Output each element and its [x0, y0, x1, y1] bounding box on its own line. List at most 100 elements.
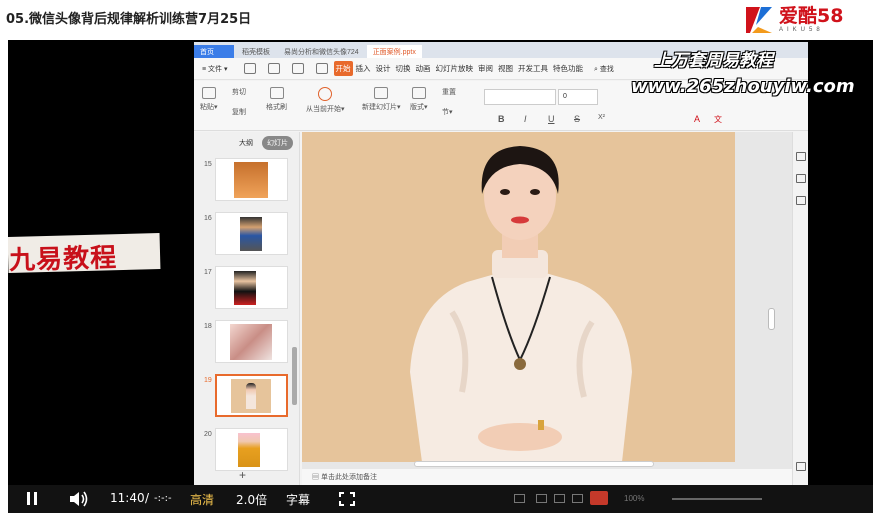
new-slide-icon — [374, 87, 389, 99]
fullscreen-icon — [339, 492, 355, 506]
tab-outline[interactable]: 大纲 — [234, 136, 258, 150]
slide-thumb-row[interactable]: 16 — [194, 212, 294, 260]
underline-button[interactable]: U — [548, 114, 555, 124]
site-logo[interactable]: 爱酷58 AIKU58 — [742, 2, 866, 38]
format-painter-label: 格式刷 — [266, 104, 287, 111]
play-from-current-button[interactable]: 从当前开始▾ — [306, 87, 345, 114]
play-from-current-label: 从当前开始▾ — [306, 106, 345, 113]
thumbnail-image — [238, 433, 260, 467]
canvas-horizontal-scrollbar[interactable] — [414, 461, 654, 467]
menu-slideshow[interactable]: 幻灯片放映 — [434, 61, 476, 76]
italic-button[interactable]: I — [524, 114, 527, 124]
slide-thumbnail[interactable] — [215, 320, 288, 363]
pause-button[interactable] — [22, 485, 42, 513]
shapes-icon[interactable] — [796, 174, 806, 183]
video-player[interactable]: 首页 稻壳模板 易尚分析和微信头像724 正面案例.pptx ≡ 文件 ▾ 开始… — [8, 40, 873, 513]
tab-positive-cases[interactable]: 正面案例.pptx — [366, 45, 422, 58]
slide-number: 19 — [204, 377, 212, 384]
slide-thumbnail-selected[interactable] — [215, 374, 288, 417]
slide-thumb-row[interactable]: 19 — [194, 374, 294, 422]
slide-number: 17 — [204, 269, 212, 276]
slide-thumbnail[interactable] — [215, 428, 288, 471]
slide-number: 16 — [204, 215, 212, 222]
save-icon[interactable] — [243, 63, 256, 74]
preview-icon[interactable] — [315, 63, 328, 74]
thumbnail-image — [230, 324, 272, 360]
tab-docer-templates[interactable]: 稻壳模板 — [236, 45, 276, 58]
format-painter-button[interactable]: 格式刷 — [266, 87, 287, 112]
font-family-select[interactable] — [484, 89, 556, 105]
add-slide-button[interactable]: + — [239, 468, 246, 482]
logo-mark-icon — [742, 3, 776, 37]
copy-icon[interactable] — [796, 196, 806, 205]
logo-subtext: AIKU58 — [779, 27, 824, 33]
status-view-icon — [572, 494, 583, 503]
paste-button[interactable]: 粘贴▾ — [200, 87, 218, 112]
notes-placeholder: 单击此处添加备注 — [320, 474, 377, 481]
time-total: -:-:- — [154, 493, 172, 504]
section-button[interactable]: 节▾ — [442, 107, 453, 117]
strikethrough-button[interactable]: S — [574, 114, 580, 124]
menu-home[interactable]: 开始 — [333, 61, 353, 76]
slide-thumb-row[interactable]: 18 — [194, 320, 294, 368]
font-color-button[interactable]: A — [694, 114, 700, 124]
menu-review[interactable]: 审阅 — [476, 61, 495, 76]
bold-button[interactable]: B — [498, 114, 505, 124]
menu-view[interactable]: 视图 — [496, 61, 515, 76]
layout-button[interactable]: 版式▾ — [410, 87, 428, 112]
slide-thumb-row[interactable]: 17 — [194, 266, 294, 314]
status-play-icon — [590, 491, 608, 505]
notes-icon: ▤ — [312, 474, 321, 481]
tab-slides[interactable]: 幻灯片 — [262, 136, 293, 150]
menu-insert[interactable]: 插入 — [354, 61, 373, 76]
right-toolbar — [792, 132, 808, 485]
quality-button[interactable]: 高清 — [190, 491, 214, 508]
subtitle-button[interactable]: 字幕 — [286, 491, 310, 508]
superscript-button[interactable]: X² — [598, 114, 605, 121]
copy-button[interactable]: 复制 — [232, 107, 246, 117]
slide-number: 20 — [204, 431, 212, 438]
watermark-top: 上万套周易教程 — [654, 51, 773, 71]
cut-button[interactable]: 剪切 — [232, 87, 246, 97]
settings-sliders-icon[interactable] — [796, 152, 806, 161]
pause-icon — [27, 492, 30, 505]
player-control-bar: 11:40 / -:-:- 高清 2.0倍 字幕 100% — [8, 485, 873, 513]
volume-button[interactable] — [68, 490, 90, 513]
menu-developer[interactable]: 开发工具 — [516, 61, 550, 76]
grid-icon[interactable] — [796, 462, 806, 471]
watermark-left-banner: 九易教程 — [8, 233, 161, 276]
text-effect-button[interactable]: 文 — [714, 114, 722, 125]
canvas-vertical-scrollbar[interactable] — [768, 308, 775, 330]
time-separator: / — [145, 491, 150, 505]
menu-features[interactable]: 特色功能 — [551, 61, 585, 76]
slide-thumbnail-pane: 大纲 幻灯片 15 16 17 18 19 20 + — [194, 132, 300, 485]
speed-button[interactable]: 2.0倍 — [236, 491, 267, 508]
notes-bar[interactable]: ▤ 单击此处添加备注 — [302, 469, 792, 485]
slide-thumbnail[interactable] — [215, 212, 288, 255]
menu-transition[interactable]: 切换 — [394, 61, 413, 76]
status-view-icon — [536, 494, 547, 503]
reset-button[interactable]: 重置 — [442, 87, 456, 97]
fullscreen-button[interactable] — [339, 492, 355, 511]
current-slide[interactable] — [302, 132, 735, 462]
menu-design[interactable]: 设计 — [374, 61, 393, 76]
menu-search[interactable]: ⌕ 查找 — [594, 64, 614, 74]
menu-animation[interactable]: 动画 — [414, 61, 433, 76]
status-view-icon — [514, 494, 525, 503]
file-menu[interactable]: ≡ 文件 ▾ — [202, 64, 228, 74]
volume-icon — [70, 491, 88, 507]
tab-home[interactable]: 首页 — [194, 45, 234, 58]
paste-label: 粘贴▾ — [200, 104, 218, 111]
slide-thumbnail[interactable] — [215, 158, 288, 201]
slide-thumbnail[interactable] — [215, 266, 288, 309]
pane-scrollbar[interactable] — [292, 347, 297, 405]
undo-icon[interactable] — [267, 63, 280, 74]
print-icon[interactable] — [291, 63, 304, 74]
slide-editing-area: ▤ 单击此处添加备注 — [302, 132, 792, 485]
tab-analysis-doc[interactable]: 易尚分析和微信头像724 — [278, 45, 365, 58]
play-icon — [318, 87, 333, 101]
new-slide-button[interactable]: 新建幻灯片▾ — [362, 87, 401, 112]
layout-label: 版式▾ — [410, 104, 428, 111]
slide-thumb-row[interactable]: 15 — [194, 158, 294, 206]
font-size-select[interactable]: 0 — [558, 89, 598, 105]
